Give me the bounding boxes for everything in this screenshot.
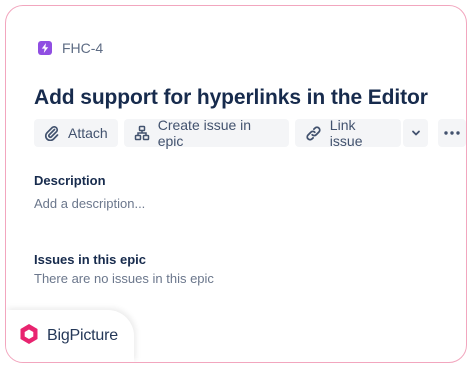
issue-card: FHC-4 Add support for hyperlinks in the … — [5, 5, 467, 363]
attach-label: Attach — [68, 125, 108, 141]
epic-issues-empty-text: There are no issues in this epic — [34, 271, 214, 286]
link-icon — [305, 125, 322, 142]
link-issue-button[interactable]: Link issue — [294, 117, 401, 149]
lightning-icon — [38, 41, 52, 55]
more-dots-icon — [444, 131, 460, 135]
link-issue-label: Link issue — [329, 117, 363, 149]
bigpicture-logo-icon — [19, 323, 39, 350]
link-issue-split-button: Link issue — [294, 117, 429, 149]
attach-button[interactable]: Attach — [34, 119, 118, 147]
more-actions-button[interactable] — [438, 119, 466, 147]
hierarchy-icon — [134, 125, 150, 141]
link-issue-dropdown-button[interactable] — [402, 119, 429, 147]
description-heading: Description — [34, 173, 106, 188]
issue-toolbar: Attach Create issue in epic Link issue — [34, 117, 466, 149]
issue-breadcrumb: FHC-4 — [38, 40, 103, 56]
issue-title[interactable]: Add support for hyperlinks in the Editor — [34, 86, 428, 110]
create-issue-in-epic-button[interactable]: Create issue in epic — [123, 117, 289, 149]
chevron-down-icon — [411, 128, 421, 138]
create-issue-label: Create issue in epic — [157, 117, 252, 149]
paperclip-icon — [44, 125, 60, 141]
description-field[interactable]: Add a description... — [34, 196, 145, 211]
epic-issues-heading: Issues in this epic — [34, 252, 146, 267]
brand-name: BigPicture — [47, 327, 118, 344]
issue-key-link[interactable]: FHC-4 — [62, 40, 103, 56]
bigpicture-brand: BigPicture — [6, 310, 134, 362]
